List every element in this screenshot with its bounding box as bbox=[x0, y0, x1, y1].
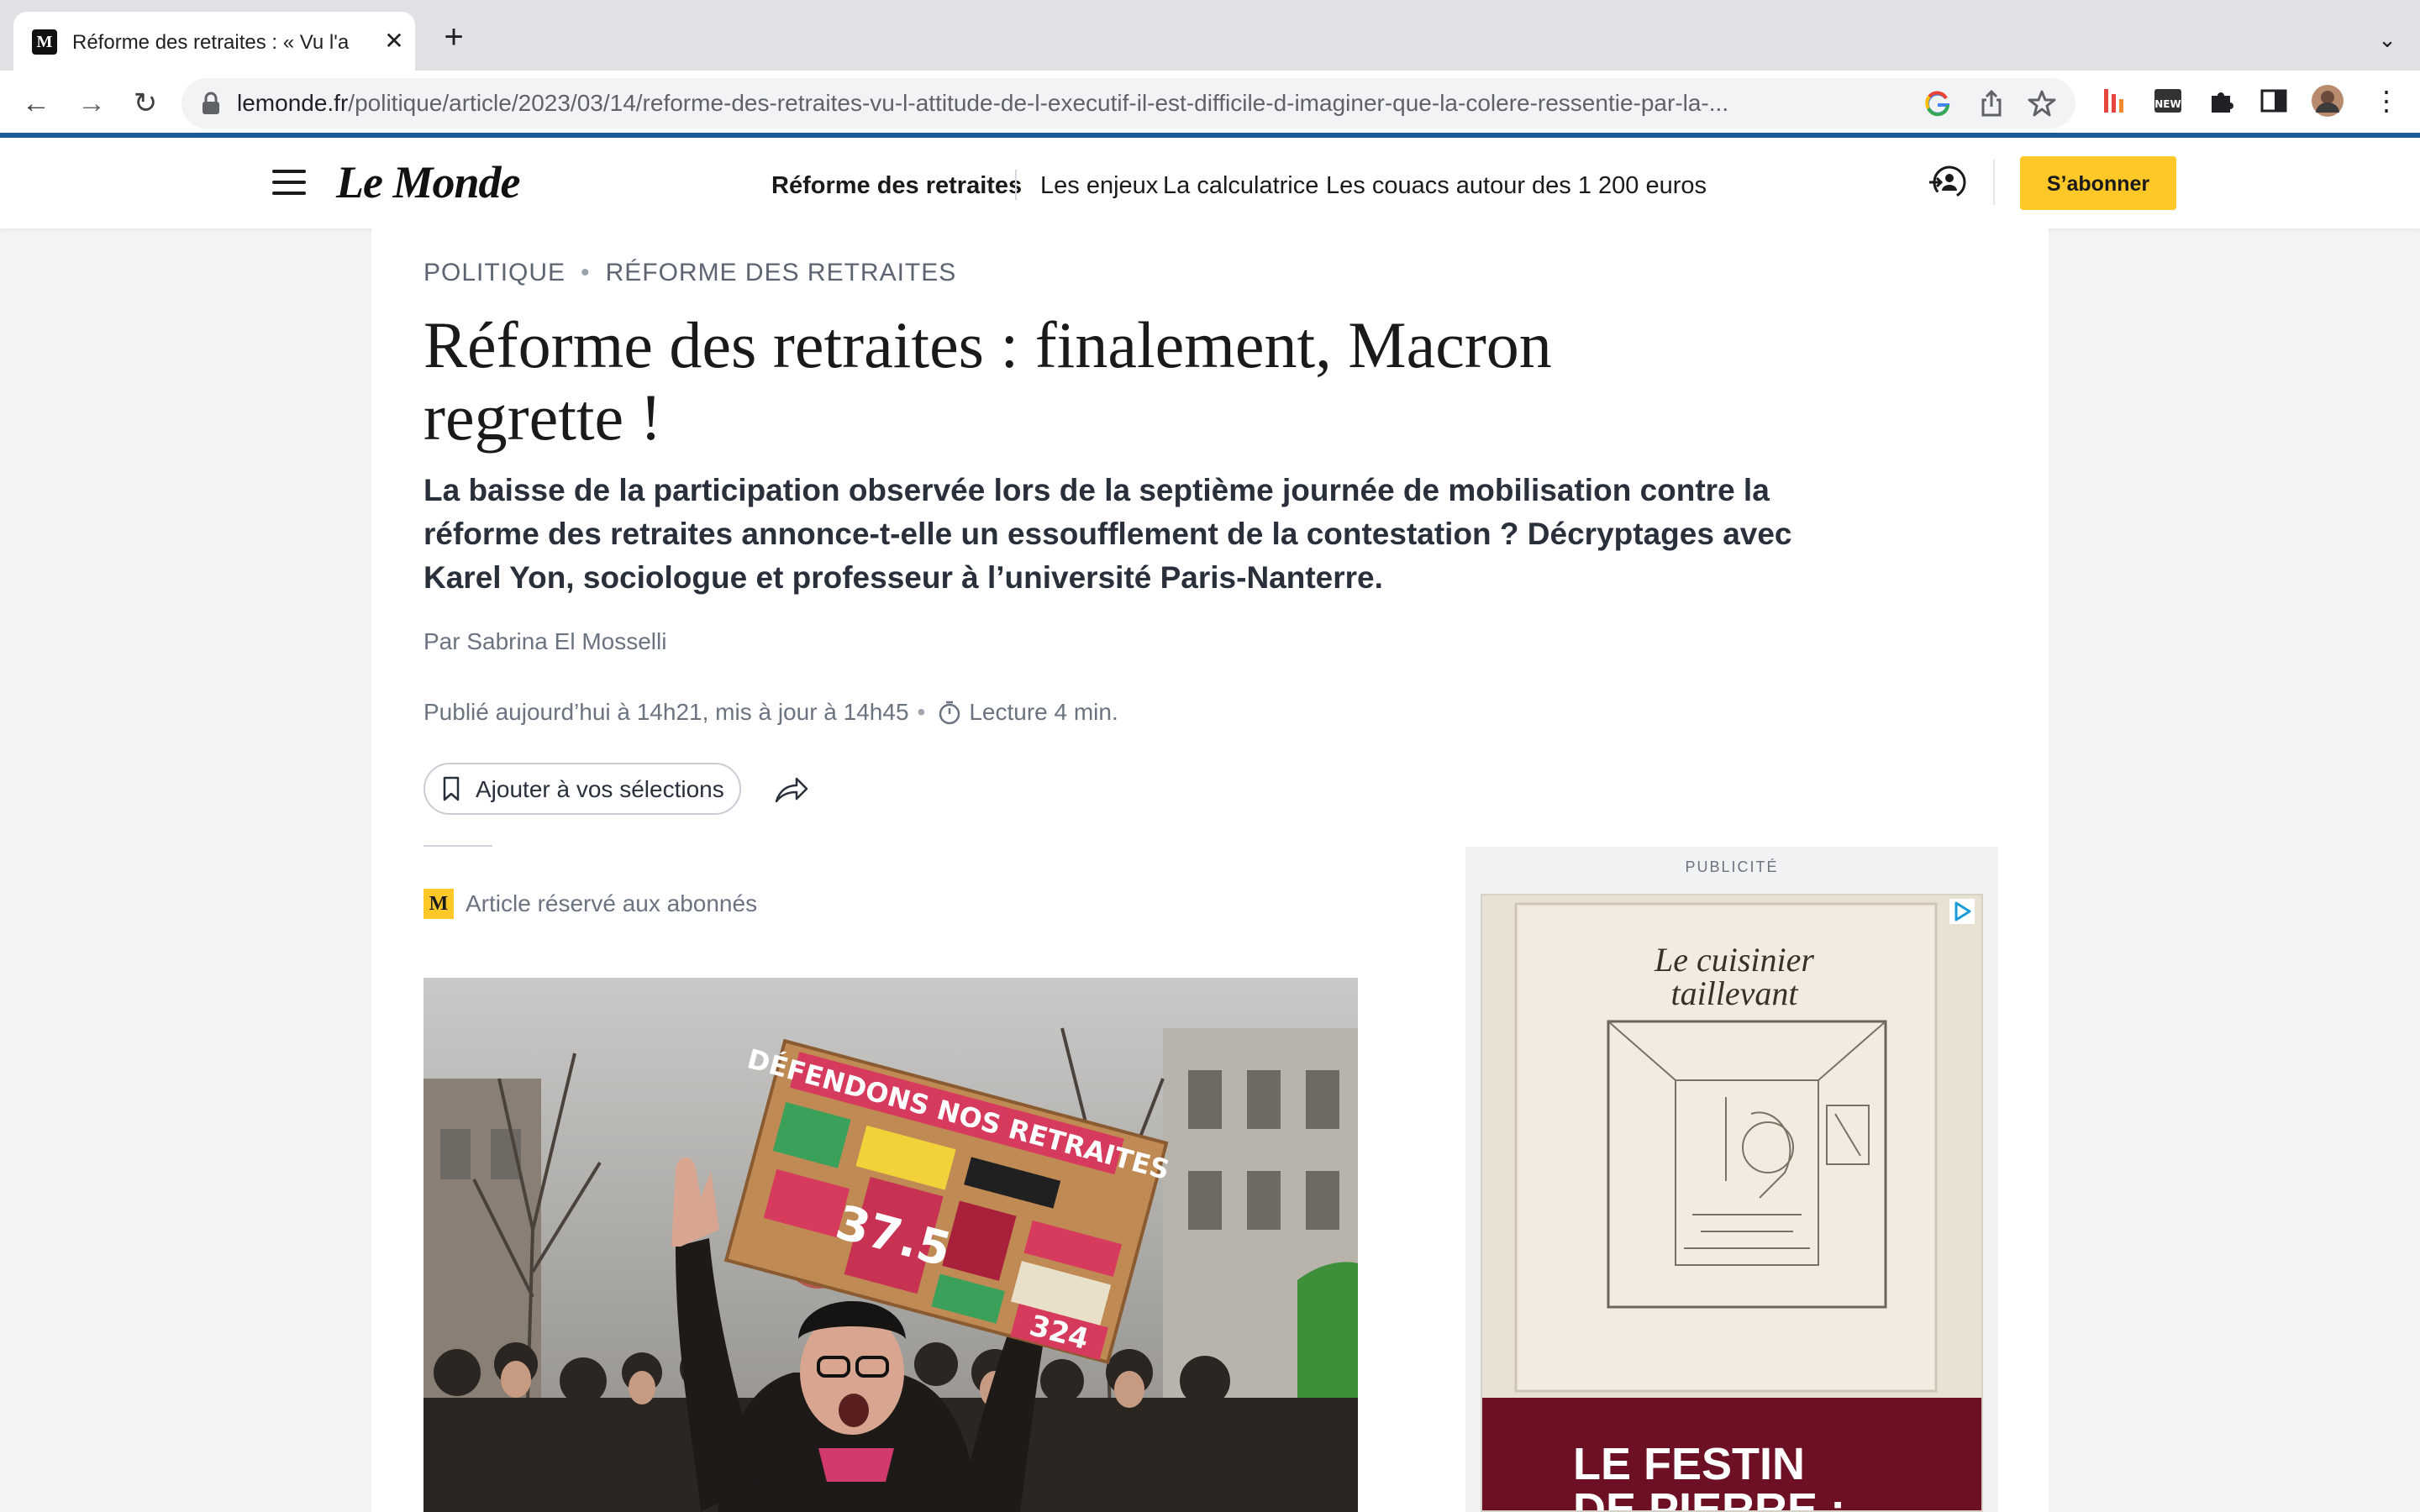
add-to-selections-label: Ajouter à vos sélections bbox=[476, 776, 724, 802]
url-host: lemonde.fr bbox=[237, 90, 349, 116]
address-bar[interactable]: lemonde.fr/politique/article/2023/03/14/… bbox=[182, 78, 2075, 129]
subscribe-button[interactable]: S’abonner bbox=[2020, 156, 2176, 210]
article-container: POLITIQUE • RÉFORME DES RETRAITES Réforme … bbox=[371, 228, 2049, 1512]
nav-section-reforme[interactable]: Réforme des retraites bbox=[771, 138, 1022, 228]
svg-text:NEW: NEW bbox=[2154, 98, 2181, 110]
browser-tab-active[interactable]: M Réforme des retraites : « Vu l'a ✕ bbox=[13, 12, 415, 71]
ad-creative[interactable]: Le cuisinier taillevant LE FESTIN DE PIE… bbox=[1481, 894, 1983, 1512]
add-to-selections-button[interactable]: Ajouter à vos sélections bbox=[424, 763, 741, 815]
article-meta: Publié aujourd’hui à 14h21, mis à jour à… bbox=[424, 696, 1118, 729]
tab-close-icon[interactable]: ✕ bbox=[380, 27, 408, 55]
ad-banner[interactable]: LE FESTIN DE PIERRE : bbox=[1482, 1398, 1981, 1512]
reading-time: Lecture 4 min. bbox=[969, 699, 1118, 725]
url-path: /politique/article/2023/03/14/reforme-de… bbox=[348, 90, 1729, 116]
ad-slot: PUBLICITÉ Le cuisinier taillevant LE FES… bbox=[1465, 847, 1998, 1512]
bookmark-star-icon[interactable] bbox=[2027, 88, 2057, 118]
kicker-separator: • bbox=[581, 259, 591, 286]
premium-label: Article réservé aux abonnés bbox=[466, 890, 758, 916]
ad-book-caption-2: taillevant bbox=[1670, 974, 1798, 1012]
ad-book-caption-1: Le cuisinier bbox=[1654, 941, 1814, 979]
reload-button[interactable]: ↻ bbox=[128, 86, 163, 121]
le-monde-favicon-icon: M bbox=[32, 29, 57, 55]
lock-icon bbox=[203, 92, 219, 114]
article-kicker: POLITIQUE • RÉFORME DES RETRAITES bbox=[424, 259, 956, 287]
article-lead: La baisse de la participation observée l… bbox=[424, 473, 1792, 595]
login-icon[interactable] bbox=[1928, 163, 1966, 202]
menu-icon[interactable] bbox=[272, 170, 306, 195]
back-button[interactable]: ← bbox=[18, 86, 54, 121]
nav-item-couacs[interactable]: Les couacs autour des 1 200 euros bbox=[1326, 138, 1707, 228]
site-header: Le Monde Réforme des retraites Les enjeu… bbox=[0, 138, 2420, 228]
share-page-icon[interactable] bbox=[1976, 88, 2007, 118]
le-monde-logo[interactable]: Le Monde bbox=[336, 153, 529, 212]
bookmark-icon bbox=[443, 776, 460, 801]
browser-toolbar: ← → ↻ lemonde.fr/politique/article/2023/… bbox=[0, 71, 2420, 136]
nav-item-enjeux[interactable]: Les enjeux bbox=[1040, 138, 1158, 228]
nav-item-calculatrice[interactable]: La calculatrice bbox=[1163, 138, 1318, 228]
extension-bars-icon[interactable] bbox=[2097, 84, 2131, 118]
article-byline: Par Sabrina El Mosselli bbox=[424, 628, 667, 654]
url-text[interactable]: lemonde.fr/politique/article/2023/03/14/… bbox=[237, 78, 1918, 129]
ad-headline: LE FESTIN DE PIERRE : bbox=[1573, 1439, 1846, 1512]
timer-icon bbox=[939, 701, 960, 725]
publish-date: Publié aujourd’hui à 14h21, mis à jour à… bbox=[424, 699, 909, 725]
browser-tab-strip: M Réforme des retraites : « Vu l'a ✕ + ⌄ bbox=[0, 0, 2420, 71]
side-panel-icon[interactable] bbox=[2257, 84, 2291, 118]
meta-separator: • bbox=[917, 699, 926, 725]
extensions-puzzle-icon[interactable] bbox=[2205, 84, 2238, 118]
kicker-rubric[interactable]: POLITIQUE bbox=[424, 259, 566, 286]
section-divider bbox=[424, 845, 492, 847]
subscriber-badge-icon: M bbox=[424, 889, 454, 919]
premium-notice: M Article réservé aux abonnés bbox=[424, 889, 757, 919]
nav-divider bbox=[1015, 170, 1017, 200]
ad-label: PUBLICITÉ bbox=[1685, 858, 1779, 875]
adchoices-icon[interactable] bbox=[1949, 899, 1975, 924]
kicker-topic[interactable]: RÉFORME DES RETRAITES bbox=[606, 259, 957, 286]
tab-search-chevron-icon[interactable]: ⌄ bbox=[2373, 25, 2402, 54]
header-divider bbox=[1993, 160, 1995, 205]
forward-button[interactable]: → bbox=[74, 86, 109, 121]
profile-avatar[interactable] bbox=[2311, 84, 2344, 118]
article-title: Réforme des retraites : finalement, Macr… bbox=[424, 308, 1552, 454]
tab-title: Réforme des retraites : « Vu l'a bbox=[72, 31, 350, 54]
google-lens-icon[interactable] bbox=[1923, 88, 1953, 118]
browser-menu-icon[interactable]: ⋮ bbox=[2370, 84, 2403, 118]
article-photo[interactable]: DÉFENDONS NOS RETRAITES 37.5 324 bbox=[424, 978, 1358, 1512]
share-icon[interactable] bbox=[773, 773, 810, 806]
new-tab-button[interactable]: + bbox=[437, 20, 471, 55]
extension-news-icon[interactable]: NEW bbox=[2151, 84, 2185, 118]
